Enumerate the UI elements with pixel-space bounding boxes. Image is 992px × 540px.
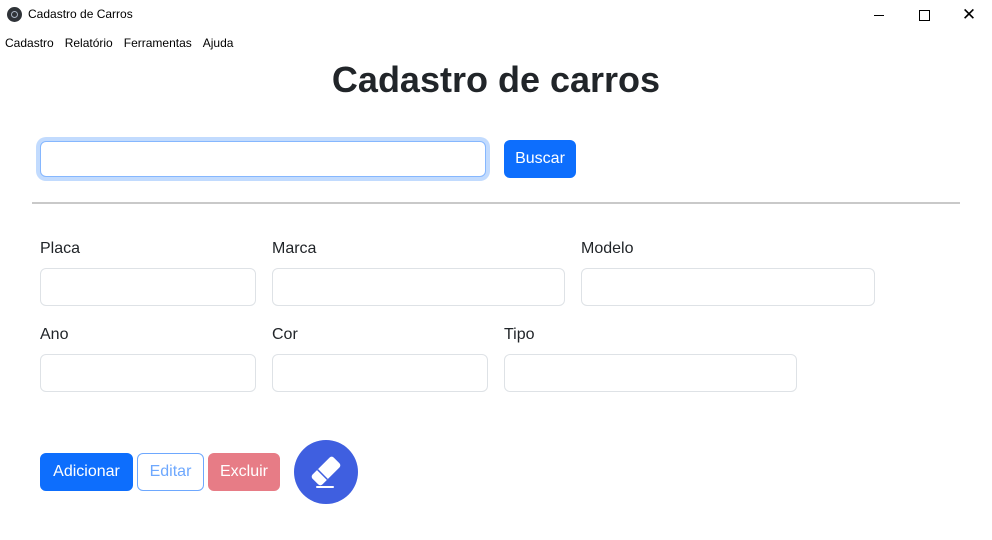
marca-label: Marca — [272, 240, 317, 257]
search-button[interactable]: Buscar — [504, 140, 576, 178]
maximize-button[interactable] — [901, 0, 947, 30]
minimize-icon — [874, 14, 884, 16]
eraser-icon — [311, 456, 341, 488]
clear-form-button[interactable] — [294, 440, 358, 504]
edit-button[interactable]: Editar — [137, 453, 204, 491]
cor-field[interactable] — [272, 354, 488, 392]
menu-item-ajuda[interactable]: Ajuda — [198, 33, 240, 53]
minimize-button[interactable] — [856, 0, 902, 30]
tipo-label: Tipo — [504, 326, 535, 343]
placa-field[interactable] — [40, 268, 256, 306]
menu-item-relatorio[interactable]: Relatório — [60, 33, 119, 53]
app-logo-icon — [7, 7, 22, 22]
search-input[interactable] — [40, 141, 486, 177]
delete-button[interactable]: Excluir — [208, 453, 280, 491]
add-button[interactable]: Adicionar — [40, 453, 133, 491]
page-title: Cadastro de carros — [331, 59, 661, 100]
menu-item-ferramentas[interactable]: Ferramentas — [119, 33, 198, 53]
menu-item-cadastro[interactable]: Cadastro — [0, 33, 60, 53]
cor-label: Cor — [272, 326, 298, 343]
marca-field[interactable] — [272, 268, 565, 306]
modelo-label: Modelo — [581, 240, 634, 257]
window-title: Cadastro de Carros — [28, 7, 133, 21]
tipo-field[interactable] — [504, 354, 797, 392]
close-button[interactable]: ✕ — [946, 0, 992, 30]
ano-field[interactable] — [40, 354, 256, 392]
maximize-icon — [918, 9, 930, 21]
ano-label: Ano — [40, 326, 69, 343]
window-titlebar: Cadastro de Carros ✕ — [0, 0, 992, 30]
modelo-field[interactable] — [581, 268, 875, 306]
placa-label: Placa — [40, 240, 81, 257]
menu-bar: Cadastro Relatório Ferramentas Ajuda — [0, 33, 239, 53]
divider — [32, 202, 960, 204]
close-icon: ✕ — [961, 4, 977, 25]
